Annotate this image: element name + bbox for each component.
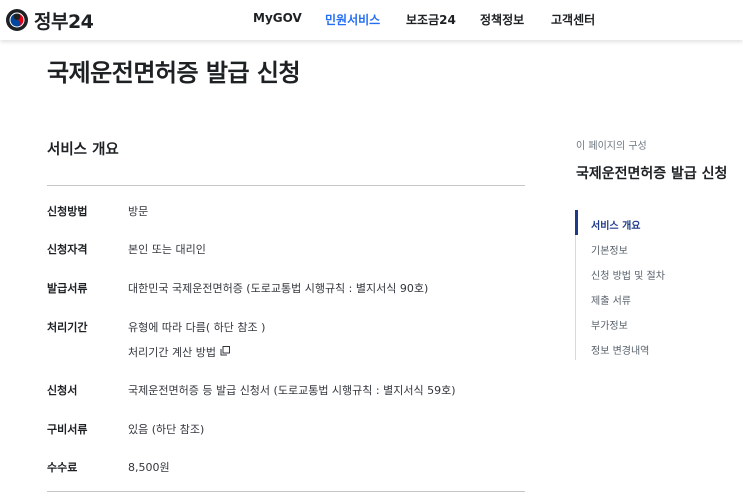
row-label: 발급서류 xyxy=(47,282,88,295)
processing-time-calc-link[interactable]: 처리기간 계산 방법 xyxy=(128,344,230,360)
row-label: 처리기간 xyxy=(47,321,88,334)
overview-row-fee: 수수료 8,500원 xyxy=(47,459,525,479)
row-value: 유형에 따라 다름( 하단 참조 ) xyxy=(128,321,266,334)
row-value: 방문 xyxy=(128,205,149,218)
overview-row-processing-time: 처리기간 유형에 따라 다름( 하단 참조 ) xyxy=(47,319,525,339)
toc-item-submission-docs[interactable]: 제출 서류 xyxy=(591,292,631,307)
toc-item-procedure[interactable]: 신청 방법 및 절차 xyxy=(591,267,665,282)
overview-row-eligibility: 신청자격 본인 또는 대리인 xyxy=(47,241,525,261)
nav-mygov[interactable]: MyGOV xyxy=(253,11,302,25)
global-header: 정부24 MyGOV 민원서비스 보조금24 정책정보 고객센터 xyxy=(0,0,743,40)
toc-item-basic-info[interactable]: 기본정보 xyxy=(591,242,628,257)
toc-item-overview[interactable]: 서비스 개요 xyxy=(591,217,640,232)
new-window-icon xyxy=(216,345,230,359)
page-title: 국제운전면허증 발급 신청 xyxy=(47,59,301,87)
nav-subsidy24[interactable]: 보조금24 xyxy=(406,11,456,28)
nav-customer-center[interactable]: 고객센터 xyxy=(551,11,595,28)
toc-caption: 이 페이지의 구성 xyxy=(576,141,647,152)
row-value: 있음 (하단 참조) xyxy=(128,423,205,436)
overview-row-required-docs: 구비서류 있음 (하단 참조) xyxy=(47,421,525,441)
row-label: 수수료 xyxy=(47,461,78,474)
row-value: 국제운전면허증 등 발급 신청서 (도로교통법 시행규칙 : 별지서식 59호) xyxy=(128,384,456,397)
section-divider-top xyxy=(47,185,525,186)
row-label: 신청자격 xyxy=(47,243,88,256)
toc-title: 국제운전면허증 발급 신청 xyxy=(576,166,728,182)
toc-item-change-history[interactable]: 정보 변경내역 xyxy=(591,342,649,357)
overview-row-document: 발급서류 대한민국 국제운전면허증 (도로교통법 시행규칙 : 별지서식 90호… xyxy=(47,280,525,300)
row-label: 구비서류 xyxy=(47,423,88,436)
overview-row-method: 신청방법 방문 xyxy=(47,203,525,223)
toc-active-indicator xyxy=(575,210,578,235)
row-label: 신청서 xyxy=(47,384,78,397)
toc-item-additional-info[interactable]: 부가정보 xyxy=(591,317,628,332)
row-label: 신청방법 xyxy=(47,205,88,218)
section-title-overview: 서비스 개요 xyxy=(47,142,119,158)
nav-policy-info[interactable]: 정책정보 xyxy=(480,11,524,28)
overview-row-application-form: 신청서 국제운전면허증 등 발급 신청서 (도로교통법 시행규칙 : 별지서식 … xyxy=(47,382,525,402)
main-navigation: MyGOV 민원서비스 보조금24 정책정보 고객센터 xyxy=(0,11,743,29)
row-value: 본인 또는 대리인 xyxy=(128,243,206,256)
link-label: 처리기간 계산 방법 xyxy=(128,346,216,359)
row-value: 8,500원 xyxy=(128,461,170,474)
nav-civil-service[interactable]: 민원서비스 xyxy=(325,11,380,28)
row-value: 대한민국 국제운전면허증 (도로교통법 시행규칙 : 별지서식 90호) xyxy=(128,282,429,295)
section-divider-bottom xyxy=(47,491,525,492)
